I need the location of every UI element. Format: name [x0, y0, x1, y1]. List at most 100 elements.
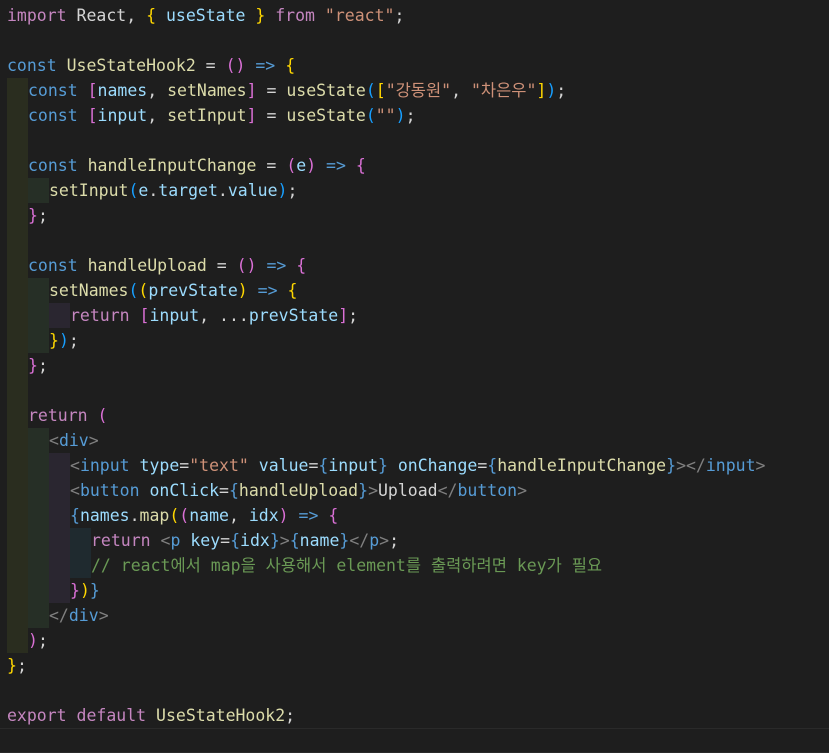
code-line[interactable]: const [input, setInput] = useState("");: [0, 103, 829, 128]
code-line[interactable]: [0, 678, 829, 703]
indent-guide: [7, 578, 28, 603]
code-token: =: [179, 456, 190, 475]
indent-guide: [7, 178, 28, 203]
code-token: UseStateHook2: [66, 56, 196, 75]
code-editor[interactable]: import React, { useState } from "react";…: [0, 0, 829, 753]
code-token: ): [28, 631, 38, 650]
code-line[interactable]: <input type="text" value={input} onChang…: [0, 453, 829, 478]
code-token: ): [395, 106, 406, 125]
code-token: {: [328, 506, 339, 525]
code-token: (: [169, 506, 180, 525]
code-token: >: [755, 456, 766, 475]
indent-guide: [7, 428, 28, 453]
code-token: (: [286, 156, 297, 175]
code-line[interactable]: const handleUpload = () => {: [0, 253, 829, 278]
code-text: const handleInputChange = (e) => {: [28, 153, 366, 178]
code-token: name: [299, 531, 340, 550]
code-token: .: [129, 506, 140, 525]
indent-guide: [70, 553, 91, 578]
code-line[interactable]: [0, 128, 829, 153]
code-line[interactable]: );: [0, 628, 829, 653]
code-line[interactable]: export default UseStateHook2;: [0, 703, 829, 728]
code-line[interactable]: </div>: [0, 603, 829, 628]
code-token: const: [28, 81, 78, 100]
code-line[interactable]: <button onClick={handleUpload}>Upload</b…: [0, 478, 829, 503]
code-text: setInput(e.target.value);: [49, 178, 297, 203]
code-token: ]: [246, 106, 257, 125]
code-line[interactable]: // react에서 map을 사용해서 element를 출력하려면 key가…: [0, 553, 829, 578]
code-token: React,: [66, 6, 147, 25]
code-line[interactable]: [0, 378, 829, 403]
code-token: <: [160, 531, 171, 550]
code-token: {: [296, 256, 307, 275]
code-token: ;: [16, 656, 27, 675]
code-token: UseStateHook2: [156, 706, 286, 725]
code-line[interactable]: const [names, setNames] = useState(["강동원…: [0, 78, 829, 103]
code-token: </: [49, 606, 69, 625]
code-token: return: [91, 531, 151, 550]
code-line[interactable]: const UseStateHook2 = () => {: [0, 53, 829, 78]
indent-guide: [7, 528, 28, 553]
code-token: handleUpload: [87, 256, 207, 275]
code-token: export: [7, 706, 67, 725]
code-line[interactable]: return (: [0, 403, 829, 428]
code-token: <: [70, 456, 80, 475]
code-line[interactable]: };: [0, 353, 829, 378]
code-token: (: [128, 181, 139, 200]
code-token: =>: [245, 56, 286, 75]
code-line[interactable]: const handleInputChange = (e) => {: [0, 153, 829, 178]
code-token: ]: [246, 81, 257, 100]
code-text: const handleUpload = () => {: [28, 253, 306, 278]
indent-guide: [7, 603, 28, 628]
code-line[interactable]: });: [0, 328, 829, 353]
code-text: setNames((prevState) => {: [49, 278, 297, 303]
code-token: >: [88, 431, 99, 450]
code-text: return <p key={idx}>{name}</p>;: [91, 528, 399, 553]
code-line[interactable]: setInput(e.target.value);: [0, 178, 829, 203]
code-token: handleInputChange: [87, 156, 257, 175]
code-line[interactable]: <div>: [0, 428, 829, 453]
code-text: const [names, setNames] = useState(["강동원…: [28, 78, 566, 103]
code-line[interactable]: {names.map((name, idx) => {: [0, 503, 829, 528]
code-token: (: [365, 81, 376, 100]
code-token: input: [705, 456, 756, 475]
indent-guide: [49, 478, 70, 503]
indent-guide: [70, 528, 91, 553]
code-token: {: [146, 6, 157, 25]
code-token: {: [487, 456, 498, 475]
code-line[interactable]: })}: [0, 578, 829, 603]
code-token: const: [28, 106, 78, 125]
code-token: input: [328, 456, 378, 475]
code-line[interactable]: import React, { useState } from "react";: [0, 3, 829, 28]
code-token: from: [265, 6, 325, 25]
code-text: <div>: [49, 428, 99, 453]
code-token: >: [517, 481, 528, 500]
code-line[interactable]: [0, 728, 829, 753]
code-line[interactable]: [0, 228, 829, 253]
indent-guide: [28, 428, 49, 453]
code-text: })}: [70, 578, 100, 603]
code-line[interactable]: };: [0, 203, 829, 228]
code-token: // react에서 map을 사용해서 element를 출력하려면 key가…: [91, 556, 603, 575]
code-token: useState: [286, 106, 366, 125]
code-token: (: [138, 281, 149, 300]
code-token: ): [306, 156, 317, 175]
code-token: name: [189, 506, 229, 525]
code-token: "차은우": [470, 81, 537, 100]
code-token: ></: [676, 456, 706, 475]
code-token: ): [278, 506, 289, 525]
code-line[interactable]: };: [0, 653, 829, 678]
code-line[interactable]: setNames((prevState) => {: [0, 278, 829, 303]
code-line[interactable]: [0, 28, 829, 53]
indent-guide: [7, 253, 28, 278]
code-token: , ...: [199, 306, 249, 325]
code-token: idx: [248, 506, 279, 525]
code-line[interactable]: return [input, ...prevState];: [0, 303, 829, 328]
code-line[interactable]: return <p key={idx}>{name}</p>;: [0, 528, 829, 553]
code-token: {: [287, 281, 298, 300]
indent-guide: [7, 353, 28, 378]
